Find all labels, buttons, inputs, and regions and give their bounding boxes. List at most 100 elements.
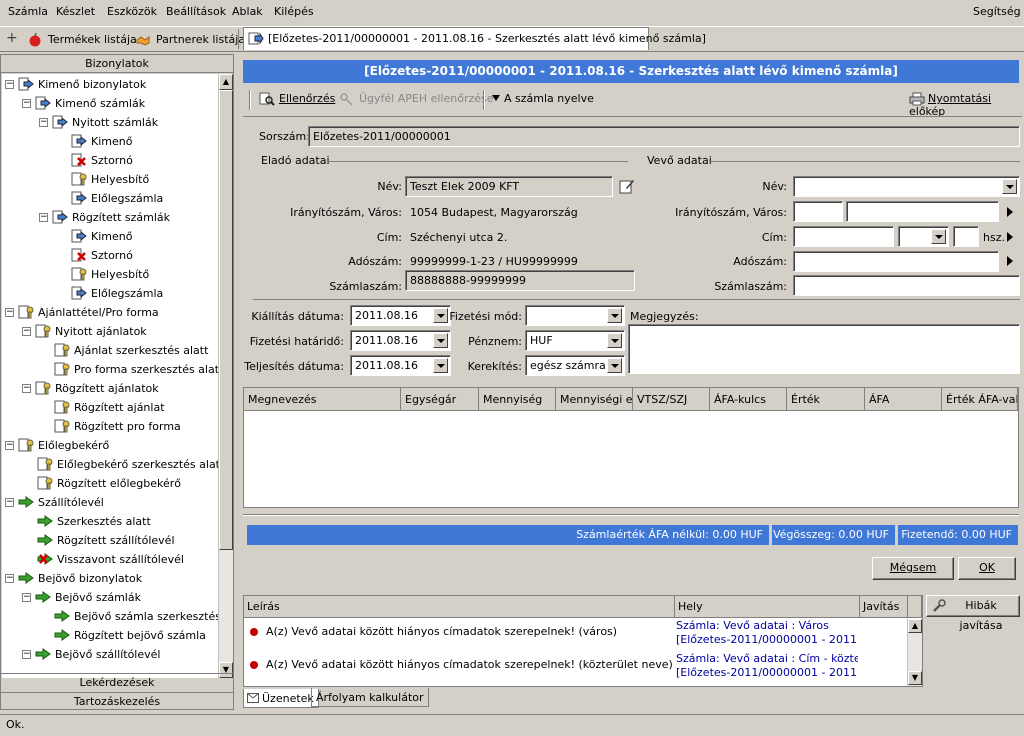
scroll-up-button[interactable]: ▲ — [219, 74, 233, 90]
products-button[interactable]: Termékek listája — [28, 31, 137, 49]
col-header[interactable]: Javítás — [860, 596, 908, 618]
debt-section[interactable]: Tartozáskezelés — [1, 692, 233, 710]
messages-scrollbar[interactable]: ▲ ▼ — [907, 619, 922, 686]
collapse-toggle-icon[interactable]: − — [22, 650, 31, 659]
col-header[interactable]: Egységár — [401, 388, 479, 411]
col-header[interactable]: Megnevezés — [244, 388, 401, 411]
menu-beallitasok[interactable]: Beállítások — [166, 5, 226, 19]
buyer-tax-field[interactable] — [793, 251, 999, 272]
message-place[interactable]: Számla: Vevő adatai : Cím - közterület — [676, 652, 858, 665]
message-place[interactable]: [Előzetes-2011/00000001 - 2011.08.: — [676, 666, 858, 679]
buyer-zip-field[interactable] — [793, 201, 843, 222]
message-row[interactable]: A(z) Vevő adatai között hiányos címadato… — [244, 619, 907, 651]
toolbar-separator — [238, 29, 239, 49]
due-date-field[interactable]: 2011.08.16 — [350, 330, 451, 351]
buyer-name-field[interactable] — [793, 176, 1020, 197]
menu-szamla[interactable]: Számla — [8, 5, 48, 19]
performance-date-field[interactable]: 2011.08.16 — [350, 355, 451, 376]
fix-errors-button[interactable]: Hibák javítása — [926, 595, 1020, 632]
buyer-city-arrow-icon[interactable] — [1007, 207, 1013, 217]
language-button[interactable]: A számla nyelve — [492, 92, 594, 105]
menu-keszlet[interactable]: Készlet — [56, 5, 95, 19]
message-place[interactable]: Számla: Vevő adatai : Város — [676, 619, 858, 632]
street-type-dropdown-icon[interactable] — [931, 229, 946, 244]
collapse-toggle-icon[interactable]: − — [22, 384, 31, 393]
tree-item-label: Ajánlattétel/Pro forma — [38, 306, 159, 319]
currency-dropdown-icon[interactable] — [607, 333, 622, 348]
proposal-document-icon — [37, 457, 53, 471]
scroll-down-button[interactable]: ▼ — [908, 671, 922, 685]
note-field[interactable] — [628, 324, 1020, 374]
seller-address-value: Széchenyi utca 2. — [410, 231, 508, 244]
collapse-toggle-icon[interactable]: − — [5, 441, 14, 450]
queries-section[interactable]: Lekérdezések — [1, 673, 233, 691]
menu-help[interactable]: Segítség — [973, 5, 1021, 19]
menu-eszkozok[interactable]: Eszközök — [107, 5, 157, 19]
rounding-dropdown-icon[interactable] — [607, 358, 622, 373]
ok-button[interactable]: OK — [958, 557, 1016, 580]
messages-list[interactable]: Leírás Hely Javítás A(z) Vevő adatai köz… — [243, 595, 923, 687]
buyer-street-type-field[interactable] — [898, 226, 949, 247]
currency-value: HUF — [530, 334, 553, 347]
col-header[interactable]: Hely — [675, 596, 860, 618]
buyer-city-field[interactable] — [846, 201, 999, 222]
col-header[interactable]: Érték — [787, 388, 865, 411]
left-pane-header[interactable]: Bizonylatok — [1, 55, 233, 73]
buyer-name-dropdown-icon[interactable] — [1002, 179, 1017, 194]
buyer-account-field[interactable] — [793, 275, 1020, 296]
tree-scrollbar[interactable]: ▲ ▼ — [218, 74, 233, 678]
col-header[interactable]: Leírás — [244, 596, 675, 618]
add-icon[interactable]: + — [6, 30, 18, 46]
scroll-thumb[interactable] — [219, 90, 233, 550]
menu-ablak[interactable]: Ablak — [232, 5, 263, 19]
buyer-tax-arrow-icon[interactable] — [1007, 256, 1013, 266]
buyer-house-number-field[interactable] — [953, 226, 979, 247]
collapse-toggle-icon[interactable]: − — [5, 498, 14, 507]
col-header[interactable]: Mennyiségi egy — [556, 388, 633, 411]
document-arrow-icon — [52, 115, 68, 129]
currency-field[interactable]: HUF — [525, 330, 625, 351]
collapse-toggle-icon[interactable]: − — [5, 308, 14, 317]
col-header[interactable]: Mennyiség — [479, 388, 556, 411]
collapse-toggle-icon[interactable]: − — [22, 327, 31, 336]
issue-date-dropdown-icon[interactable] — [433, 308, 448, 323]
currency-label: Pénznem: — [468, 335, 522, 348]
scroll-up-button[interactable]: ▲ — [908, 619, 922, 633]
col-header[interactable]: VTSZ/SZJ — [633, 388, 710, 411]
partners-button[interactable]: Partnerek listája — [136, 31, 245, 49]
due-date-dropdown-icon[interactable] — [433, 333, 448, 348]
apple-icon — [29, 33, 41, 47]
issue-date-field[interactable]: 2011.08.16 — [350, 305, 451, 326]
rounding-field[interactable]: egész számra — [525, 355, 625, 376]
delivery-arrow-icon — [35, 648, 51, 660]
collapse-toggle-icon[interactable]: − — [22, 99, 31, 108]
col-header[interactable]: ÁFA-kulcs — [710, 388, 787, 411]
collapse-toggle-icon[interactable]: − — [39, 118, 48, 127]
proposal-document-icon — [35, 324, 51, 338]
proposal-document-icon — [18, 305, 34, 319]
message-row[interactable]: A(z) Vevő adatai között hiányos címadato… — [244, 652, 907, 684]
check-button[interactable]: Ellenőrzés — [259, 92, 335, 106]
payment-method-dropdown-icon[interactable] — [607, 308, 622, 323]
message-place[interactable]: [Előzetes-2011/00000001 - 2011.08.: — [676, 633, 858, 646]
payment-method-field[interactable] — [525, 305, 625, 326]
cancel-button[interactable]: Mégsem — [872, 557, 954, 580]
tab-messages[interactable]: Üzenetek — [243, 689, 319, 708]
collapse-toggle-icon[interactable]: − — [22, 593, 31, 602]
document-tab[interactable]: [Előzetes-2011/00000001 - 2011.08.16 - S… — [243, 27, 706, 50]
apeh-button[interactable]: Ügyfél APEH ellenőrzése — [339, 92, 494, 106]
col-header[interactable]: Érték ÁFA-val — [942, 388, 1018, 411]
menu-kilepes[interactable]: Kilépés — [274, 5, 314, 19]
seller-zip-label: Irányítószám, Város: — [290, 206, 402, 219]
buyer-street-field[interactable] — [793, 226, 894, 247]
items-grid[interactable]: Megnevezés Egységár Mennyiség Mennyiségi… — [243, 387, 1019, 508]
tab-exchange-calculator[interactable]: Árfolyam kalkulátor — [311, 688, 429, 707]
performance-date-dropdown-icon[interactable] — [433, 358, 448, 373]
edit-icon[interactable] — [619, 178, 635, 194]
print-preview-button[interactable]: Nyomtatási előkép — [909, 92, 1022, 118]
buyer-address-arrow-icon[interactable] — [1007, 232, 1013, 242]
collapse-toggle-icon[interactable]: − — [5, 574, 14, 583]
col-header[interactable]: ÁFA — [865, 388, 942, 411]
collapse-toggle-icon[interactable]: − — [39, 213, 48, 222]
collapse-toggle-icon[interactable]: − — [5, 80, 14, 89]
